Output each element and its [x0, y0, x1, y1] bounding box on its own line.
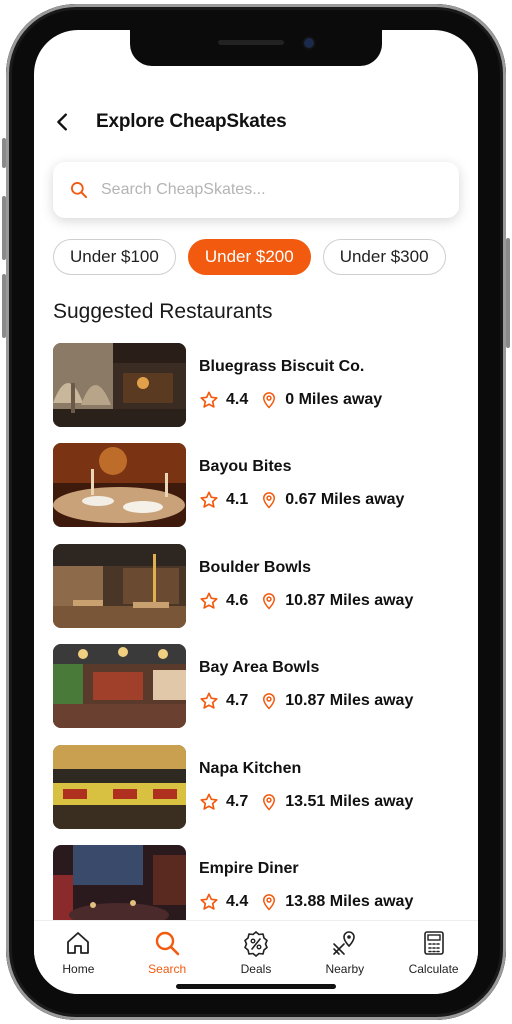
- rating-value: 4.4: [226, 391, 249, 408]
- page-title: Explore CheapSkates: [96, 111, 287, 132]
- restaurant-card[interactable]: Bluegrass Biscuit Co. 4.4 0 Miles away: [53, 343, 463, 427]
- volume-up-button: [2, 196, 6, 260]
- restaurant-name: Bluegrass Biscuit Co.: [199, 358, 365, 375]
- restaurant-name: Empire Diner: [199, 859, 299, 877]
- restaurant-meta: 4.6 10.87 Miles away: [199, 591, 413, 611]
- speaker-grille: [218, 40, 284, 45]
- front-camera: [304, 38, 314, 48]
- restaurant-name: Napa Kitchen: [199, 759, 302, 777]
- restaurant-photo: [53, 744, 186, 829]
- mute-switch: [2, 138, 6, 168]
- restaurant-card[interactable]: Empire Diner 4.4 13.88 Miles away: [53, 844, 463, 929]
- star-icon: [200, 491, 218, 509]
- volume-down-button: [2, 274, 6, 338]
- restaurant-meta: 4.1 0.67 Miles away: [199, 490, 404, 510]
- star-icon: [200, 592, 218, 609]
- back-button[interactable]: [52, 107, 82, 137]
- location-pin-icon: [263, 793, 276, 811]
- location-pin-icon: [263, 592, 276, 610]
- star-icon: [200, 391, 218, 408]
- tab-label: Nearby: [325, 962, 365, 976]
- location-pin-icon: [263, 392, 276, 409]
- map-pin-icon: [332, 931, 355, 955]
- screen: Explore CheapSkates Under $100 Under $20…: [34, 30, 478, 994]
- restaurant-list: Bluegrass Biscuit Co. 4.4 0 Miles away B…: [53, 343, 463, 945]
- distance-text: 0.67 Miles away: [285, 491, 405, 509]
- restaurant-name: Bay Area Bowls: [199, 659, 320, 677]
- restaurant-photo: [53, 844, 186, 929]
- restaurant-photo: [53, 443, 186, 528]
- distance-text: 0 Miles away: [285, 391, 383, 408]
- search-icon: [155, 931, 180, 956]
- tab-label: Calculate: [408, 962, 459, 976]
- rating-value: 4.4: [226, 892, 249, 910]
- restaurant-meta: 4.4 0 Miles away: [199, 390, 382, 410]
- restaurant-meta: 4.4 13.88 Miles away: [199, 892, 413, 912]
- restaurant-photo: [53, 644, 186, 729]
- search-input[interactable]: [99, 180, 443, 200]
- percent-badge-icon: [244, 931, 268, 957]
- tab-home[interactable]: Home: [34, 921, 123, 994]
- star-icon: [200, 793, 218, 810]
- restaurant-meta: 4.7 10.87 Miles away: [199, 691, 413, 711]
- rating-value: 4.1: [226, 491, 249, 509]
- tab-label: Deals: [240, 962, 272, 976]
- filter-chip-under-300[interactable]: Under $300: [322, 239, 446, 275]
- header: Explore CheapSkates: [52, 106, 287, 138]
- tab-calculate[interactable]: Calculate: [389, 921, 478, 994]
- star-icon: [200, 893, 218, 910]
- search-icon: [71, 182, 88, 199]
- bottom-tab-bar: Home Search Deals Nearby Calculate: [34, 920, 478, 994]
- section-title: Suggested Restaurants: [53, 300, 273, 323]
- distance-text: 13.88 Miles away: [285, 892, 414, 910]
- restaurant-card[interactable]: Bay Area Bowls 4.7 10.87 Miles away: [53, 644, 463, 729]
- restaurant-meta: 4.7 13.51 Miles away: [199, 792, 413, 812]
- tab-label: Search: [148, 962, 187, 976]
- restaurant-card[interactable]: Bayou Bites 4.1 0.67 Miles away: [53, 443, 463, 528]
- notch: [130, 30, 382, 66]
- search-bar[interactable]: [53, 162, 459, 218]
- chevron-left-icon: [57, 113, 67, 131]
- restaurant-card[interactable]: Napa Kitchen 4.7 13.51 Miles away: [53, 744, 463, 829]
- location-pin-icon: [263, 693, 276, 710]
- location-pin-icon: [263, 492, 276, 509]
- location-pin-icon: [263, 894, 276, 911]
- filter-chip-under-100[interactable]: Under $100: [53, 239, 176, 275]
- star-icon: [200, 692, 218, 709]
- home-icon: [67, 932, 90, 954]
- rating-value: 4.6: [226, 591, 249, 609]
- restaurant-card[interactable]: Boulder Bowls 4.6 10.87 Miles away: [53, 543, 463, 628]
- restaurant-photo: [53, 343, 186, 427]
- restaurant-name: Bayou Bites: [199, 458, 292, 476]
- home-indicator: [176, 984, 336, 989]
- filter-chip-under-200[interactable]: Under $200: [187, 239, 311, 275]
- tab-label: Home: [62, 962, 95, 976]
- distance-text: 10.87 Miles away: [285, 591, 414, 609]
- rating-value: 4.7: [226, 692, 249, 710]
- distance-text: 10.87 Miles away: [285, 692, 414, 710]
- rating-value: 4.7: [226, 792, 249, 810]
- calculator-icon: [423, 931, 444, 955]
- power-button: [506, 238, 510, 348]
- restaurant-name: Boulder Bowls: [199, 558, 312, 576]
- price-filter-chips: Under $100 Under $200 Under $300: [53, 239, 446, 275]
- restaurant-photo: [53, 543, 186, 628]
- distance-text: 13.51 Miles away: [285, 792, 414, 810]
